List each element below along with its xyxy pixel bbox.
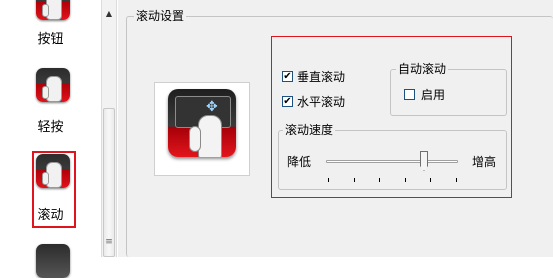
scroll-up-arrow-icon[interactable]: ▲ (101, 6, 117, 22)
speed-low-label: 降低 (287, 155, 312, 169)
slider-tick (379, 178, 380, 182)
scroll-settings-title: 滚动设置 (134, 9, 187, 23)
gesture-item-more[interactable] (0, 240, 101, 278)
scroll-speed-slider-track[interactable] (326, 160, 458, 163)
move-arrows-icon: ✥ (206, 99, 218, 115)
gesture-list: 按钮 轻按 滚动 (0, 0, 101, 278)
tap-hand-icon (36, 68, 70, 102)
more-gesture-icon (36, 244, 70, 278)
auto-scroll-enable-checkbox[interactable] (404, 89, 415, 100)
gesture-item-tap[interactable]: 轻按 (0, 62, 101, 137)
horizontal-scroll-label: 水平滚动 (297, 95, 346, 109)
grip-icon: ≡ (105, 237, 113, 247)
vertical-scroll-label: 垂直滚动 (297, 70, 346, 84)
scroll-hand-icon (36, 154, 70, 188)
gesture-label-tap: 轻按 (37, 120, 64, 135)
slider-tick (456, 178, 457, 182)
scroll-speed-title: 滚动速度 (283, 123, 336, 137)
gesture-item-scroll[interactable]: 滚动 (0, 148, 101, 228)
slider-tick (405, 178, 406, 182)
gesture-label-scroll: 滚动 (37, 208, 64, 223)
slider-tick (354, 178, 355, 182)
scrollbar-thumb[interactable] (103, 108, 115, 257)
gesture-label-button: 按钮 (37, 32, 64, 47)
scroll-preview: ✥ (154, 82, 250, 176)
vertical-scroll-checkbox[interactable]: ✔ (282, 71, 293, 82)
slider-tick (430, 178, 431, 182)
gesture-item-button[interactable]: 按钮 (0, 0, 101, 50)
auto-scroll-enable-label: 启用 (421, 88, 446, 102)
speed-high-label: 增高 (472, 155, 497, 169)
two-finger-hand-icon (189, 115, 222, 157)
button-hand-icon (36, 0, 70, 20)
auto-scroll-title: 自动滚动 (396, 62, 449, 76)
horizontal-scroll-checkbox[interactable]: ✔ (282, 96, 293, 107)
scroll-gesture-icon: ✥ (168, 89, 236, 157)
slider-tick (328, 178, 329, 182)
